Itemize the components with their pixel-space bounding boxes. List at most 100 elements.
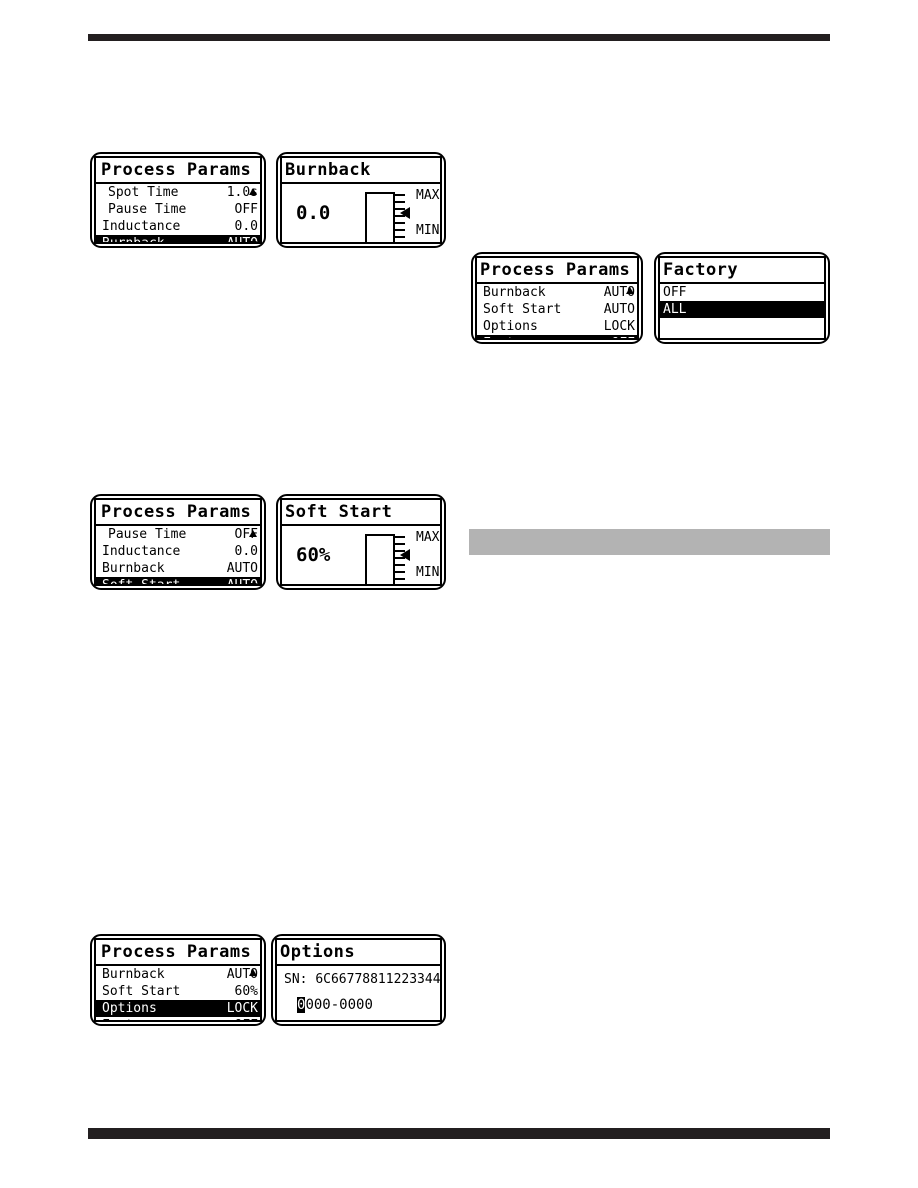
menu-list: Burnback AUTO Soft Start 60% Options LOC… — [96, 966, 260, 1020]
lcd-panel-process-params-2: Process Params Burnback AUTO Soft Start … — [471, 252, 643, 344]
gauge-value: 0.0 — [296, 202, 331, 224]
gauge-marker-icon[interactable] — [400, 207, 410, 219]
menu-row-inductance[interactable]: Inductance 0.0 — [96, 218, 260, 235]
row-value: 60% — [234, 984, 258, 999]
top-divider-rule — [88, 34, 830, 41]
row-label: Burnback — [102, 236, 165, 244]
panel-title: Process Params — [96, 940, 260, 966]
row-label: OFF — [663, 285, 687, 300]
menu-row-factory-selected[interactable]: Factory OFF — [477, 335, 637, 338]
row-label: Options — [483, 319, 538, 334]
menu-row-options[interactable]: Options LOCK — [477, 318, 637, 335]
gauge-min-label: MIN — [416, 565, 440, 580]
scroll-down-arrow-icon[interactable] — [249, 583, 257, 584]
options-body: SN: 6C66778811223344 0000-0000 — [277, 966, 440, 1020]
menu-row-soft-start-selected[interactable]: Soft Start AUTO — [96, 577, 260, 586]
code-remaining-chars: 000-0000 — [305, 997, 373, 1013]
gauge-max-label: MAX — [416, 530, 440, 545]
menu-row-soft-start[interactable]: Soft Start AUTO — [477, 301, 637, 318]
row-label: Inductance — [102, 219, 181, 234]
option-list: OFF ALL — [660, 284, 824, 318]
scroll-up-arrow-icon[interactable] — [249, 188, 257, 195]
lcd-screen: Factory OFF ALL — [658, 256, 826, 340]
menu-list: Pause Time OFF Inductance 0.0 Burnback A… — [96, 526, 260, 586]
row-label: Options — [102, 1001, 157, 1016]
lcd-screen: Options SN: 6C66778811223344 0000-0000 — [275, 938, 442, 1022]
panel-title: Process Params — [96, 158, 260, 184]
menu-row-burnback[interactable]: Burnback AUTO — [96, 966, 260, 983]
row-value: AUTO — [226, 578, 258, 586]
serial-number-label: SN: — [284, 972, 308, 987]
lcd-screen: Process Params Burnback AUTO Soft Start … — [94, 938, 262, 1022]
gauge-max-label: MAX — [416, 188, 440, 203]
scroll-up-arrow-icon[interactable] — [249, 530, 257, 537]
row-value: AUTO — [226, 236, 258, 244]
menu-row-pause-time[interactable]: Pause Time OFF — [96, 201, 260, 218]
row-label: Burnback — [483, 285, 546, 300]
row-label: Burnback — [102, 967, 165, 982]
gauge-area: 0.0 MAX MIN — [282, 184, 440, 242]
panel-title: Process Params — [477, 258, 637, 284]
menu-list: Burnback AUTO Soft Start AUTO Options LO… — [477, 284, 637, 338]
row-label: Burnback — [102, 561, 165, 576]
row-label: Spot Time — [108, 185, 179, 200]
scroll-up-arrow-icon[interactable] — [626, 287, 634, 294]
gauge-bar — [365, 534, 395, 584]
lcd-panel-options: Options SN: 6C66778811223344 0000-0000 — [271, 934, 446, 1026]
lcd-screen: Process Params Pause Time OFF Inductance… — [94, 498, 262, 586]
row-value: 0.0 — [234, 219, 258, 234]
row-label: Inductance — [102, 544, 181, 559]
option-row-off[interactable]: OFF — [660, 284, 824, 301]
row-label: Soft Start — [102, 984, 181, 999]
row-label: Pause Time — [108, 202, 187, 217]
gauge-marker-icon[interactable] — [400, 549, 410, 561]
menu-row-spot-time[interactable]: Spot Time 1.0s — [96, 184, 260, 201]
menu-row-burnback[interactable]: Burnback AUTO — [477, 284, 637, 301]
menu-row-soft-start[interactable]: Soft Start 60% — [96, 983, 260, 1000]
panel-title: Process Params — [96, 500, 260, 526]
row-value: 0.0 — [234, 544, 258, 559]
row-value: AUTO — [226, 561, 258, 576]
gauge-bar — [365, 192, 395, 242]
row-label: Soft Start — [483, 302, 562, 317]
gauge-value: 60% — [296, 544, 331, 566]
menu-row-inductance[interactable]: Inductance 0.0 — [96, 543, 260, 560]
serial-number-value: 6C66778811223344 — [315, 972, 441, 987]
lcd-panel-process-params-3: Process Params Pause Time OFF Inductance… — [90, 494, 266, 590]
lcd-screen: Burnback 0.0 MAX MIN — [280, 156, 442, 244]
gauge-area: 60% MAX MIN — [282, 526, 440, 584]
panel-title: Factory — [660, 258, 824, 284]
serial-number-line: SN: 6C66778811223344 — [284, 972, 441, 987]
lcd-panel-burnback: Burnback 0.0 MAX MIN — [276, 152, 446, 248]
scroll-down-arrow-icon[interactable] — [249, 241, 257, 242]
menu-list: Spot Time 1.0s Pause Time OFF Inductance… — [96, 184, 260, 244]
lcd-screen: Soft Start 60% MAX MIN — [280, 498, 442, 586]
row-label: ALL — [663, 302, 687, 317]
gauge-min-label: MIN — [416, 223, 440, 238]
lcd-screen: Process Params Burnback AUTO Soft Start … — [475, 256, 639, 340]
menu-row-options-selected[interactable]: Options LOCK — [96, 1000, 260, 1017]
panel-title: Options — [277, 940, 440, 966]
row-value: AUTO — [603, 302, 635, 317]
row-value: OFF — [234, 202, 258, 217]
lcd-screen: Process Params Spot Time 1.0s Pause Time… — [94, 156, 262, 244]
option-code-input[interactable]: 0000-0000 — [297, 997, 373, 1013]
lcd-panel-soft-start: Soft Start 60% MAX MIN — [276, 494, 446, 590]
row-label: Pause Time — [108, 527, 187, 542]
row-value: OFF — [235, 1017, 258, 1020]
lcd-panel-process-params-4: Process Params Burnback AUTO Soft Start … — [90, 934, 266, 1026]
menu-row-factory[interactable]: Factory OFF — [96, 1017, 260, 1020]
scroll-up-arrow-icon[interactable] — [249, 969, 257, 976]
menu-row-burnback-selected[interactable]: Burnback AUTO — [96, 235, 260, 244]
menu-row-pause-time[interactable]: Pause Time OFF — [96, 526, 260, 543]
redacted-text-block — [469, 529, 830, 555]
row-value: LOCK — [603, 319, 635, 334]
menu-row-burnback[interactable]: Burnback AUTO — [96, 560, 260, 577]
option-row-all-selected[interactable]: ALL — [660, 301, 824, 318]
row-label: Soft Start — [102, 578, 181, 586]
row-value: OFF — [612, 335, 635, 338]
row-label: Factory — [102, 1017, 157, 1020]
panel-title: Soft Start — [282, 500, 440, 526]
row-value: LOCK — [226, 1001, 258, 1016]
lcd-panel-process-params-1: Process Params Spot Time 1.0s Pause Time… — [90, 152, 266, 248]
